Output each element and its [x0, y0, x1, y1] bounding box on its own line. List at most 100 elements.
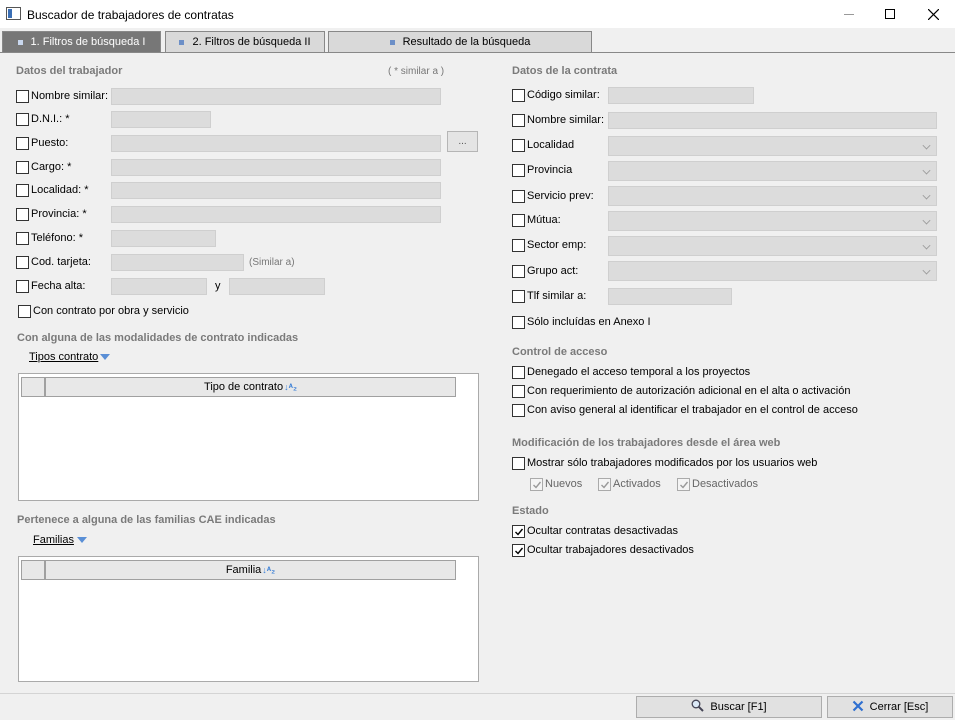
- grid-corner: [21, 377, 45, 397]
- tarjeta-checkbox[interactable]: [16, 256, 29, 269]
- app-icon: [6, 7, 21, 20]
- minimize-button[interactable]: [830, 0, 868, 28]
- checkmark-icon: [514, 528, 523, 536]
- mutua-select[interactable]: [608, 211, 937, 231]
- fecha-from-input[interactable]: [111, 278, 207, 295]
- tlf-checkbox[interactable]: [512, 290, 525, 303]
- chevron-down-icon: [922, 166, 931, 175]
- codigo-input[interactable]: [608, 87, 754, 104]
- mostrar-modificados-checkbox[interactable]: [512, 457, 525, 470]
- tab-square-icon: [179, 39, 185, 45]
- tab-filtros-2[interactable]: 2. Filtros de búsqueda II: [165, 31, 325, 53]
- fecha-checkbox[interactable]: [16, 280, 29, 293]
- tipos-contrato-grid[interactable]: Tipo de contrato ↓ᴬ₂: [18, 373, 479, 501]
- contrata-provincia-checkbox[interactable]: [512, 164, 525, 177]
- anexo-checkbox[interactable]: [512, 316, 525, 329]
- codigo-label: Código similar:: [527, 89, 600, 101]
- close-window-button[interactable]: [914, 0, 952, 28]
- footer-divider: [0, 693, 955, 694]
- familias-grid[interactable]: Familia ↓ᴬ₂: [18, 556, 479, 682]
- acceso-aviso-label: Con aviso general al identificar el trab…: [527, 404, 858, 416]
- contrata-nombre-label: Nombre similar:: [527, 114, 605, 126]
- dni-input[interactable]: [111, 111, 211, 128]
- tab-resultado[interactable]: Resultado de la búsqueda: [328, 31, 592, 53]
- acceso-autorizacion-checkbox[interactable]: [512, 385, 525, 398]
- sort-az-icon: ↓ᴬ₂: [262, 565, 276, 575]
- tlf-input[interactable]: [608, 288, 732, 305]
- sector-label: Sector emp:: [527, 239, 587, 251]
- puesto-checkbox[interactable]: [16, 137, 29, 150]
- tab-label: Resultado de la búsqueda: [402, 36, 531, 48]
- contrata-nombre-input[interactable]: [608, 112, 937, 129]
- nombre-input[interactable]: [111, 88, 441, 105]
- contrata-provincia-select[interactable]: [608, 161, 937, 181]
- obra-checkbox[interactable]: [18, 305, 31, 318]
- nombre-checkbox[interactable]: [16, 90, 29, 103]
- cargo-input[interactable]: [111, 159, 441, 176]
- sort-az-icon: ↓ᴬ₂: [284, 382, 297, 392]
- acceso-denegado-checkbox[interactable]: [512, 366, 525, 379]
- minimize-icon: [844, 13, 854, 15]
- familias-title: Pertenece a alguna de las familias CAE i…: [17, 514, 276, 526]
- acceso-aviso-checkbox[interactable]: [512, 404, 525, 417]
- tab-square-icon: [17, 39, 23, 45]
- close-icon: [927, 8, 939, 20]
- buscar-button[interactable]: Buscar [F1]: [636, 696, 822, 718]
- modalidades-title: Con alguna de las modalidades de contrat…: [17, 332, 299, 344]
- ocultar-contratas-checkbox[interactable]: [512, 525, 525, 538]
- dni-label: D.N.I.: *: [31, 113, 70, 125]
- familias-label: Familias: [33, 534, 74, 546]
- nuevos-checkbox[interactable]: [530, 478, 543, 491]
- dni-checkbox[interactable]: [16, 113, 29, 126]
- fecha-label: Fecha alta:: [31, 280, 86, 292]
- tipo-contrato-column-header[interactable]: Tipo de contrato ↓ᴬ₂: [45, 377, 456, 397]
- grupo-checkbox[interactable]: [512, 265, 525, 278]
- familia-column-header[interactable]: Familia ↓ᴬ₂: [45, 560, 456, 580]
- localidad-label: Localidad: *: [31, 184, 89, 196]
- sector-checkbox[interactable]: [512, 239, 525, 252]
- codigo-checkbox[interactable]: [512, 89, 525, 102]
- desactivados-checkbox[interactable]: [677, 478, 690, 491]
- contrata-localidad-checkbox[interactable]: [512, 139, 525, 152]
- activados-checkbox[interactable]: [598, 478, 611, 491]
- checkmark-icon: [679, 481, 688, 489]
- title-bar: Buscador de trabajadores de contratas: [0, 0, 955, 28]
- tab-label: 2. Filtros de búsqueda II: [192, 36, 311, 48]
- tlf-label: Tlf similar a:: [527, 290, 587, 302]
- cargo-checkbox[interactable]: [16, 161, 29, 174]
- ocultar-trabajadores-checkbox[interactable]: [512, 544, 525, 557]
- fecha-separator: y: [215, 280, 221, 292]
- maximize-button[interactable]: [871, 0, 909, 28]
- chevron-down-icon: [922, 141, 931, 150]
- mostrar-modificados-label: Mostrar sólo trabajadores modificados po…: [527, 457, 818, 469]
- tipos-contrato-dropdown[interactable]: Tipos contrato: [29, 351, 98, 363]
- familias-chevron-icon[interactable]: [77, 537, 87, 543]
- grupo-select[interactable]: [608, 261, 937, 281]
- puesto-browse-button[interactable]: ...: [447, 131, 478, 152]
- tipos-contrato-chevron-icon[interactable]: [100, 354, 110, 360]
- contrata-localidad-select[interactable]: [608, 136, 937, 156]
- puesto-input[interactable]: [111, 135, 441, 152]
- grid-corner: [21, 560, 45, 580]
- servicio-select[interactable]: [608, 186, 937, 206]
- window-title: Buscador de trabajadores de contratas: [27, 8, 234, 22]
- tarjeta-input[interactable]: [111, 254, 244, 271]
- cerrar-button[interactable]: Cerrar [Esc]: [827, 696, 953, 718]
- contrata-nombre-checkbox[interactable]: [512, 114, 525, 127]
- tab-square-icon: [389, 39, 395, 45]
- desactivados-label: Desactivados: [692, 478, 759, 490]
- tipos-contrato-label: Tipos contrato: [29, 351, 99, 363]
- provincia-checkbox[interactable]: [16, 208, 29, 221]
- localidad-input[interactable]: [111, 182, 441, 199]
- servicio-checkbox[interactable]: [512, 190, 525, 203]
- tab-filtros-1[interactable]: 1. Filtros de búsqueda I: [2, 31, 161, 53]
- telefono-checkbox[interactable]: [16, 232, 29, 245]
- localidad-checkbox[interactable]: [16, 184, 29, 197]
- acceso-title: Control de acceso: [512, 346, 608, 358]
- mutua-checkbox[interactable]: [512, 214, 525, 227]
- telefono-input[interactable]: [111, 230, 216, 247]
- sector-select[interactable]: [608, 236, 937, 256]
- provincia-input[interactable]: [111, 206, 441, 223]
- familias-dropdown[interactable]: Familias: [33, 534, 74, 546]
- fecha-to-input[interactable]: [229, 278, 325, 295]
